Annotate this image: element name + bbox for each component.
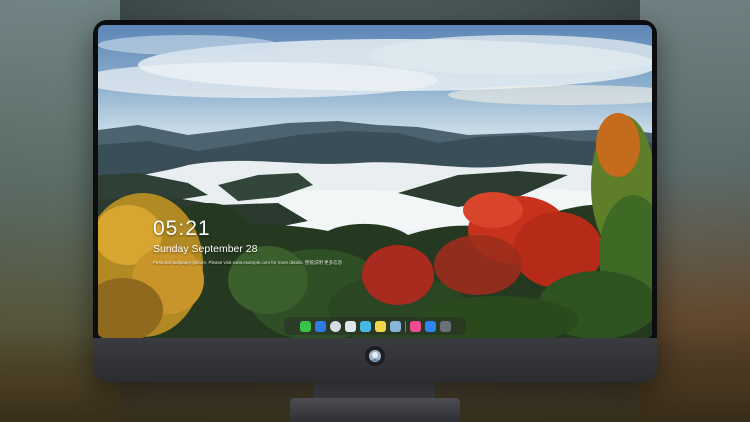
monitor-stand-base [290, 398, 460, 422]
wallpaper-landscape [98, 113, 652, 338]
dock [284, 317, 466, 335]
photos-icon[interactable] [344, 320, 356, 332]
finder-icon[interactable] [314, 320, 326, 332]
music-icon[interactable] [409, 320, 421, 332]
clapper-icon[interactable] [359, 320, 371, 332]
brand-logo-icon [365, 346, 385, 366]
monitor-chin [93, 338, 657, 382]
lock-screen-date: Sunday September 28 [153, 243, 258, 255]
lock-screen-clock: 05:21 [153, 217, 211, 240]
dock-separator [404, 320, 406, 332]
messages-icon[interactable] [299, 320, 311, 332]
notes-icon[interactable] [374, 320, 386, 332]
camera-icon[interactable] [439, 320, 451, 332]
screen: 05:21 Sunday September 28 Personal wallp… [98, 25, 652, 338]
safari-icon[interactable] [329, 320, 341, 332]
lock-screen-notice: Personal wallpaper picture. Please visit… [153, 260, 343, 265]
monitor: 05:21 Sunday September 28 Personal wallp… [93, 20, 657, 382]
app-store-icon[interactable] [424, 320, 436, 332]
preview-icon[interactable] [389, 320, 401, 332]
